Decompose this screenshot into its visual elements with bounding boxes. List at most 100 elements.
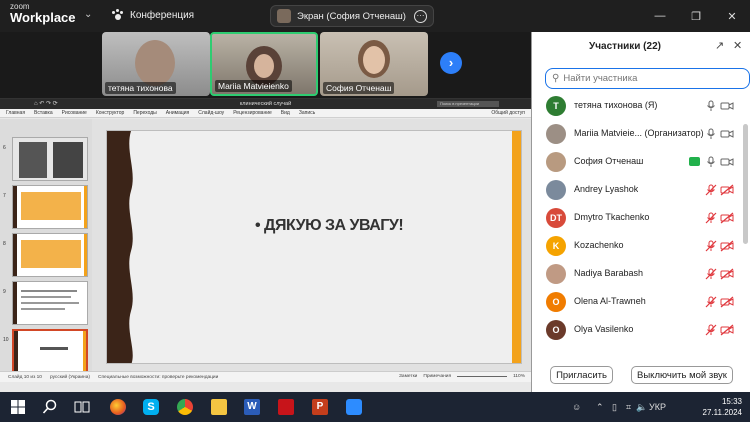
- participant-name: тетяна тихонова (Я): [574, 100, 658, 110]
- slide-thumbnail-current: [12, 329, 88, 373]
- camera-off-icon[interactable]: [720, 296, 734, 308]
- chevron-down-icon[interactable]: ⌄: [84, 9, 92, 20]
- restore-icon[interactable]: ❐: [678, 0, 714, 32]
- current-slide: • ДЯКУЮ ЗА УВАГУ!: [106, 130, 522, 364]
- slide-thumbnail: [12, 185, 88, 229]
- ppt-tab: Слайд-шоу: [198, 110, 225, 116]
- ppt-status-bar: Слайд 10 из 10 русский (Украина) Специал…: [0, 371, 531, 382]
- slide-counter: Слайд 10 из 10: [8, 374, 42, 380]
- mic-muted-icon[interactable]: [704, 184, 718, 196]
- zoom-level: 110%: [513, 374, 525, 379]
- quick-access-toolbar: ⌂ ↶ ↷ ⟳: [34, 101, 58, 107]
- ppt-tab: Переходы: [133, 110, 157, 116]
- mic-muted-icon[interactable]: [704, 212, 718, 224]
- powerpoint-icon[interactable]: P: [312, 399, 328, 415]
- task-view-icon[interactable]: [74, 399, 90, 415]
- camera-off-icon[interactable]: [720, 240, 734, 252]
- ppt-ribbon-tabs: Главная Вставка Рисование Конструктор Пе…: [0, 109, 531, 118]
- camera-off-icon[interactable]: [720, 324, 734, 336]
- participant-row[interactable]: Nadiya Barabash: [532, 260, 742, 288]
- mic-muted-icon[interactable]: [704, 324, 718, 336]
- volume-icon[interactable]: 🔈: [636, 402, 647, 413]
- panel-footer: Пригласить Выключить мой звук: [532, 358, 750, 392]
- participant-row[interactable]: O Olena Al-Trawneh: [532, 288, 742, 316]
- participant-row[interactable]: Andrey Lyashok: [532, 176, 742, 204]
- participant-name: Dmytro Tkachenko: [574, 212, 650, 222]
- ppt-titlebar: ⌂ ↶ ↷ ⟳ клинический случай Поиск в презе…: [0, 99, 531, 109]
- windows-taskbar: S W P ☺ ⌃ ▯ ⌗ 🔈 УКР 15:33 27.11.2024: [0, 392, 750, 422]
- camera-icon[interactable]: [720, 128, 734, 140]
- acrobat-icon[interactable]: [278, 399, 294, 415]
- scrollbar[interactable]: [743, 124, 748, 244]
- chevron-up-icon[interactable]: ⌃: [596, 402, 604, 413]
- ppt-tab: Запись: [298, 110, 316, 116]
- file-explorer-icon[interactable]: [211, 399, 227, 415]
- windows-start-icon[interactable]: [10, 399, 26, 415]
- close-panel-icon[interactable]: ✕: [733, 39, 742, 52]
- ppt-share: Общий доступ: [491, 110, 525, 116]
- screen-share-label: Экран (София Отченаш): [297, 10, 406, 22]
- participant-name: Mariia Matvieie... (Организатор): [574, 128, 704, 138]
- clock-date: 27.11.2024: [702, 408, 742, 417]
- meeting-info-button[interactable]: Конференция: [112, 9, 194, 21]
- camera-off-icon[interactable]: [720, 268, 734, 280]
- more-icon[interactable]: ···: [414, 10, 427, 23]
- language-indicator[interactable]: УКР: [649, 402, 666, 412]
- word-icon[interactable]: W: [244, 399, 260, 415]
- participant-row[interactable]: Ттетяна тихонова (Я): [532, 92, 742, 120]
- video-tile[interactable]: тетяна тихонова: [102, 32, 210, 96]
- slide-thumbnail: [12, 137, 88, 181]
- comments-toggle: Примечания: [423, 374, 452, 379]
- zoom-logo: zoom Workplace: [10, 3, 76, 25]
- search-icon[interactable]: [42, 399, 58, 415]
- avatar: [546, 180, 566, 200]
- popout-icon[interactable]: ↗: [715, 39, 724, 52]
- slide-text: • ДЯКУЮ ЗА УВАГУ!: [255, 217, 404, 234]
- camera-icon[interactable]: [720, 100, 734, 112]
- participant-row[interactable]: Mariia Matvieie... (Организатор): [532, 120, 742, 148]
- participant-row[interactable]: София Отченаш: [532, 148, 742, 176]
- participant-row[interactable]: K Kozachenko: [532, 232, 742, 260]
- language-indicator: русский (Украина): [49, 374, 90, 380]
- screen-share-indicator[interactable]: Экран (София Отченаш) ···: [270, 5, 434, 27]
- video-tile-active-speaker[interactable]: Mariia Matvieienko: [210, 32, 318, 96]
- mic-muted-icon[interactable]: [704, 240, 718, 252]
- zoom-taskbar-icon[interactable]: [346, 399, 362, 415]
- clock[interactable]: 15:33 27.11.2024: [703, 396, 742, 418]
- sharer-avatar: [277, 9, 291, 23]
- chrome-icon[interactable]: [177, 399, 193, 415]
- camera-off-icon[interactable]: [720, 184, 734, 196]
- participant-search-input[interactable]: [563, 73, 744, 84]
- video-tile[interactable]: София Отченаш: [320, 32, 428, 96]
- invite-button[interactable]: Пригласить: [550, 366, 613, 384]
- mic-icon[interactable]: [704, 156, 718, 168]
- close-icon[interactable]: ✕: [714, 0, 750, 32]
- skype-icon[interactable]: S: [143, 399, 159, 415]
- mic-icon[interactable]: [704, 128, 718, 140]
- avatar: O: [546, 320, 566, 340]
- minimize-icon[interactable]: —: [642, 0, 678, 32]
- tile-name: Mariia Matvieienko: [215, 80, 292, 92]
- firefox-icon[interactable]: [110, 399, 126, 415]
- battery-icon[interactable]: ▯: [612, 402, 617, 413]
- screen-share-icon: [689, 157, 700, 166]
- mic-icon[interactable]: [704, 100, 718, 112]
- camera-icon[interactable]: [720, 156, 734, 168]
- person-icon[interactable]: ☺: [572, 402, 581, 412]
- video-strip: тетяна тихонова Mariia Matvieienko София…: [0, 32, 531, 98]
- slide-thumbnail: [12, 281, 88, 325]
- participant-row[interactable]: O Olya Vasilenko: [532, 316, 742, 344]
- participant-row[interactable]: DT Dmytro Tkachenko: [532, 204, 742, 232]
- mute-self-button[interactable]: Выключить мой звук: [631, 366, 733, 384]
- participant-video: [135, 40, 175, 86]
- participant-search[interactable]: ⚲: [545, 68, 750, 89]
- mic-muted-icon[interactable]: [704, 268, 718, 280]
- wifi-icon[interactable]: ⌗: [626, 402, 631, 413]
- slide-wave-decoration: [107, 131, 133, 363]
- next-page-button[interactable]: ›: [440, 52, 462, 74]
- camera-off-icon[interactable]: [720, 212, 734, 224]
- ppt-tab: Анимация: [165, 110, 190, 116]
- mic-muted-icon[interactable]: [704, 296, 718, 308]
- meeting-label: Конференция: [130, 9, 195, 21]
- tile-name: София Отченаш: [323, 82, 395, 94]
